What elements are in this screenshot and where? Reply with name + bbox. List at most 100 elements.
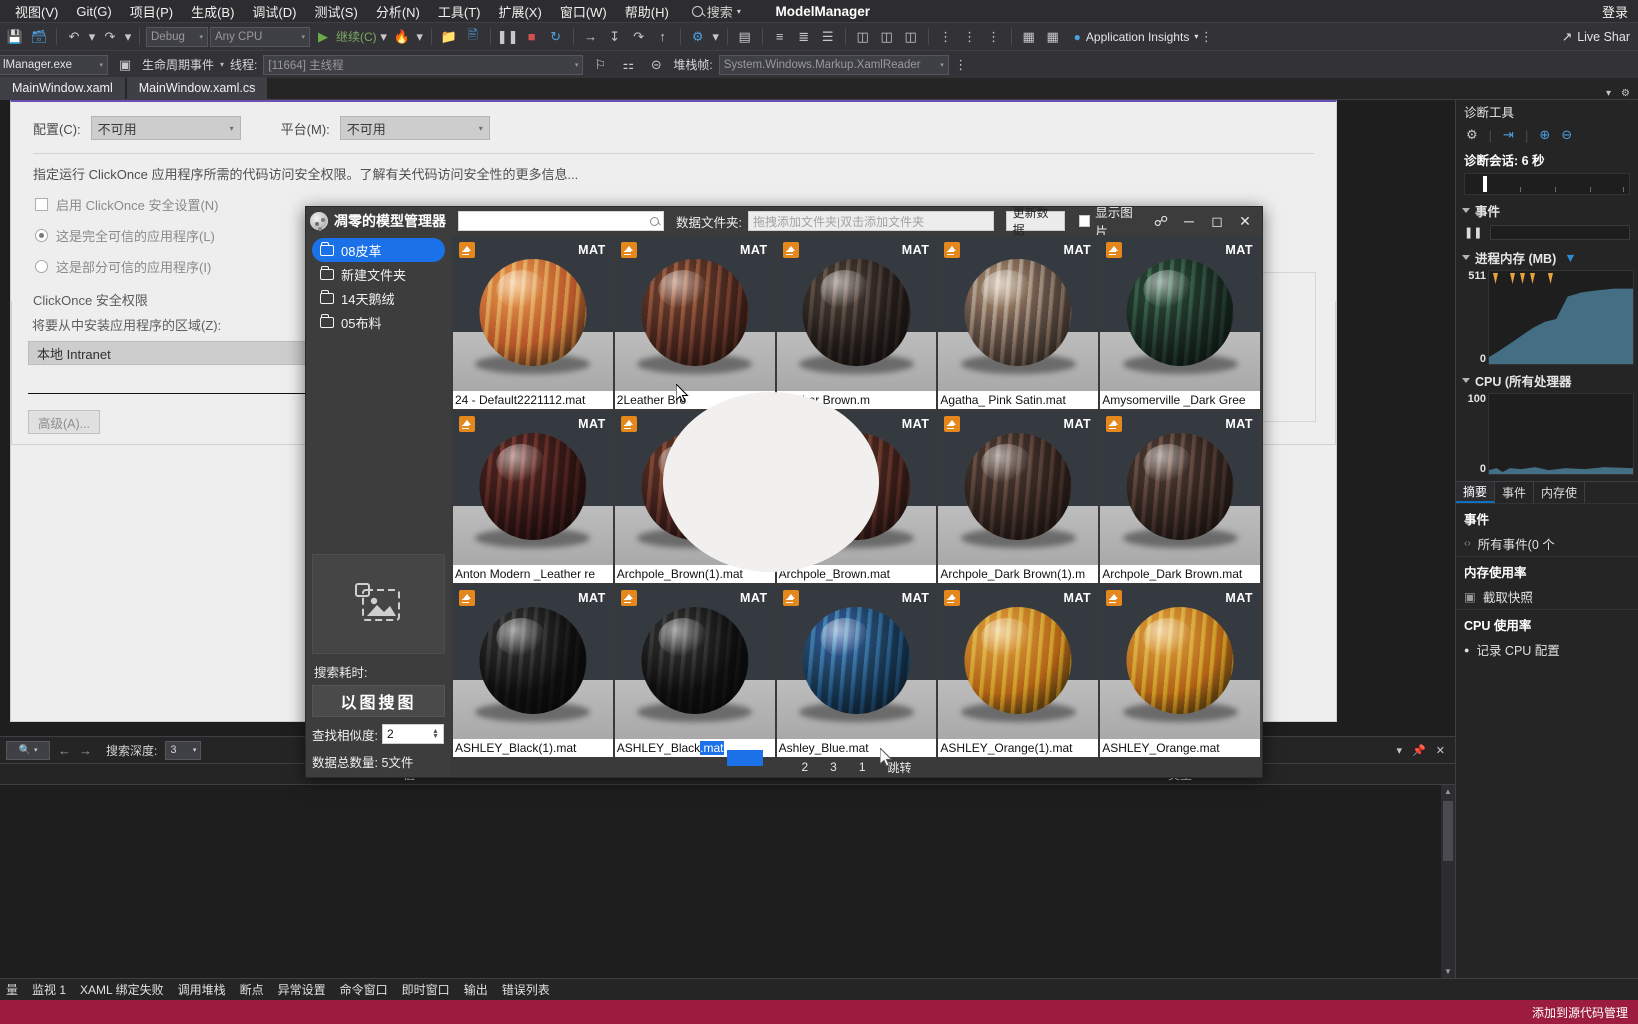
search-input[interactable]: 🔍 ▾ xyxy=(6,740,50,760)
folder-item-fabric[interactable]: 05布料 xyxy=(312,310,445,334)
close-icon[interactable]: ✕ xyxy=(1232,209,1258,233)
nav-back-icon[interactable]: ← xyxy=(58,743,71,758)
model-tile[interactable]: MAT Archpole_Dark Brown(1).m xyxy=(938,411,1099,583)
step-over-icon[interactable]: → xyxy=(580,26,602,48)
search-by-image-button[interactable]: 以图搜图 xyxy=(312,685,445,717)
menu-item-analyze[interactable]: 分析(N) xyxy=(367,0,429,23)
grid-2-icon[interactable]: ▦ xyxy=(1042,26,1064,48)
pin-icon[interactable]: 📌 xyxy=(1412,744,1426,757)
ide-search-box[interactable]: 搜索 ▾ xyxy=(691,2,741,21)
window-dropdown-icon[interactable]: ▾ xyxy=(1397,744,1403,757)
model-manager-title-bar[interactable]: 凋零的模型管理器 数据文件夹: 拖拽添加文件夹|双击添加文件夹 更新数据 显示图… xyxy=(306,206,1262,239)
menu-item-project[interactable]: 项目(P) xyxy=(121,0,182,23)
image-drop-zone[interactable] xyxy=(312,554,445,654)
watch-grid[interactable]: ▲ ▼ xyxy=(0,785,1455,978)
bottom-tab-command[interactable]: 命令窗口 xyxy=(340,981,388,998)
lifecycle-label[interactable]: 生命周期事件 xyxy=(142,56,214,73)
scroll-up-icon[interactable]: ▲ xyxy=(1441,787,1455,796)
folder-search-icon[interactable]: 📁 xyxy=(438,26,460,48)
summary-record-cpu-row[interactable]: ● 记录 CPU 配置 xyxy=(1456,637,1638,662)
zoom-in-icon[interactable]: ⊕ xyxy=(1539,127,1550,143)
sign-in-label[interactable]: 登录 xyxy=(1602,2,1628,21)
tab-mainwindow-xaml[interactable]: MainWindow.xaml xyxy=(0,77,125,99)
config-select[interactable]: 不可用 ▾ xyxy=(90,116,241,140)
bottom-tab-callstack[interactable]: 调用堆栈 xyxy=(178,981,226,998)
live-visual-tree-icon[interactable]: 🖹 xyxy=(462,26,484,48)
advanced-button[interactable]: 高级(A)... xyxy=(28,410,100,434)
debugbar-overflow-icon[interactable]: ⋮ xyxy=(954,54,967,76)
pause-icon[interactable]: ❚❚ xyxy=(1464,226,1482,239)
platform-combo[interactable]: Any CPU ▾ xyxy=(210,26,310,47)
summary-snapshot-row[interactable]: ▣ 截取快照 xyxy=(1456,584,1638,609)
menu-item-tools[interactable]: 工具(T) xyxy=(429,0,490,23)
bottom-tab-immediate[interactable]: 即时窗口 xyxy=(402,981,450,998)
step-up-icon[interactable]: ↑ xyxy=(652,26,674,48)
close-icon[interactable]: ✕ xyxy=(1436,744,1445,757)
spacing-2-icon[interactable]: ⋮ xyxy=(959,26,981,48)
menu-item-build[interactable]: 生成(B) xyxy=(182,0,243,23)
menu-item-window[interactable]: 窗口(W) xyxy=(551,0,616,23)
toolbar-overflow-icon[interactable]: ⋮ xyxy=(1200,26,1213,48)
menu-item-view[interactable]: 视图(V) xyxy=(6,0,67,23)
spacing-1-icon[interactable]: ⋮ xyxy=(935,26,957,48)
model-tile[interactable]: MAT ASHLEY_Orange(1).mat xyxy=(938,585,1099,757)
live-share-button[interactable]: ↗ Live Shar xyxy=(1562,29,1638,45)
continue-label[interactable]: 继续(C) xyxy=(336,28,377,45)
page-2-button[interactable]: 2 xyxy=(797,760,812,774)
menu-item-debug[interactable]: 调试(D) xyxy=(243,0,305,23)
tab-mainwindow-xaml-cs[interactable]: MainWindow.xaml.cs xyxy=(126,77,268,99)
model-tile[interactable]: MAT Ashley_Blue.mat xyxy=(776,585,937,757)
cpu-section-header[interactable]: CPU (所有处理器 xyxy=(1456,365,1638,393)
show-images-checkbox[interactable] xyxy=(1078,215,1091,227)
model-tile[interactable]: MAT Anton Modern _Leather re xyxy=(453,411,613,583)
bottom-tab-output[interactable]: 输出 xyxy=(464,981,488,998)
page-3-button[interactable]: 3 xyxy=(826,760,841,774)
thread-group-icon[interactable]: ⚏ xyxy=(617,54,639,76)
align-2-icon[interactable]: ≣ xyxy=(793,26,815,48)
diag-tab-summary[interactable]: 摘要 xyxy=(1456,482,1496,503)
search-depth-input[interactable]: 3 ▾ xyxy=(165,740,202,760)
memory-filter-icon[interactable]: ▼ xyxy=(1564,251,1576,265)
diag-tab-events[interactable]: 事件 xyxy=(1495,482,1535,503)
undo-icon[interactable]: ↶ xyxy=(63,26,85,48)
bottom-tab-breakpoints[interactable]: 断点 xyxy=(240,981,264,998)
bottom-tab-watch1[interactable]: 监视 1 xyxy=(32,981,66,998)
folder-item-new[interactable]: 新建文件夹 xyxy=(312,262,445,286)
thread-flag-icon[interactable]: ⚐ xyxy=(589,54,611,76)
hot-reload-icon[interactable]: 🔥 xyxy=(391,26,413,48)
diagnostics-timeline-ruler[interactable] xyxy=(1464,173,1630,195)
pause-icon[interactable]: ❚❚ xyxy=(497,26,519,48)
distribute-2-icon[interactable]: ◫ xyxy=(876,26,898,48)
source-control-label[interactable]: 添加到源代码管理 xyxy=(1532,1004,1628,1021)
menu-item-help[interactable]: 帮助(H) xyxy=(616,0,678,23)
undo-dropdown-icon[interactable]: ▾ xyxy=(87,26,97,48)
model-tile[interactable]: MAT 24 - Default2221112.mat xyxy=(453,237,613,409)
stepper-arrows-icon[interactable]: ▲ ▼ xyxy=(432,728,439,740)
stack-frame-combo[interactable]: System.Windows.Markup.XamlReader ▾ xyxy=(718,54,949,75)
enable-clickonce-checkbox[interactable] xyxy=(35,198,48,211)
export-icon[interactable]: ⇥ xyxy=(1503,127,1514,143)
scroll-thumb[interactable] xyxy=(1443,801,1453,861)
data-folder-input[interactable]: 拖拽添加文件夹|双击添加文件夹 xyxy=(748,211,994,231)
application-insights-button[interactable]: ● Application Insights ▾ xyxy=(1074,30,1199,44)
grid-icon[interactable]: ▦ xyxy=(1018,26,1040,48)
start-debug-icon[interactable]: ▶ xyxy=(312,26,334,48)
save-icon[interactable]: 💾 xyxy=(4,26,26,48)
model-tile[interactable]: MAT Leather Brown.m xyxy=(776,237,937,409)
menu-item-test[interactable]: 测试(S) xyxy=(305,0,366,23)
partial-trust-radio[interactable] xyxy=(35,260,48,273)
model-tile[interactable]: MAT ASHLEY_Black(1).mat xyxy=(453,585,613,757)
config-combo[interactable]: Debug ▾ xyxy=(146,26,208,47)
gear-icon[interactable]: ⚙ xyxy=(1466,127,1478,143)
model-tile[interactable]: MAT Agatha_ Pink Satin.mat xyxy=(938,237,1099,409)
similarity-stepper[interactable]: 2 ▲ ▼ xyxy=(381,724,444,744)
step-out-icon[interactable]: ↷ xyxy=(628,26,650,48)
xaml-dropdown-icon[interactable]: ▾ xyxy=(711,26,721,48)
model-tile[interactable]: MAT ASHLEY_Black .mat xyxy=(614,585,775,757)
save-all-icon[interactable]: 🗃 xyxy=(28,26,50,48)
tab-settings-gear-icon[interactable]: ⚙ xyxy=(1621,88,1630,99)
lifecycle-icon[interactable]: ▣ xyxy=(114,54,136,76)
redo-icon[interactable]: ↷ xyxy=(99,26,121,48)
spacing-3-icon[interactable]: ⋮ xyxy=(983,26,1005,48)
update-data-button[interactable]: 更新数据 xyxy=(1005,206,1065,237)
